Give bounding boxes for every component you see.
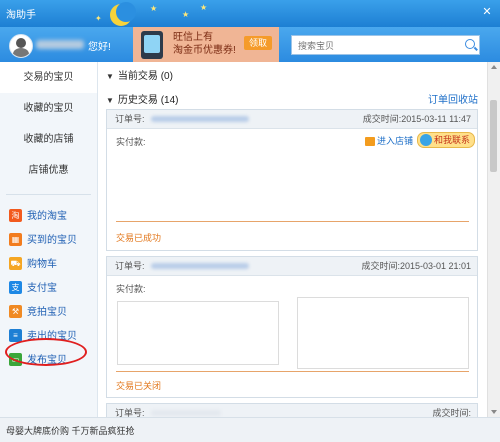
order-recycle-bin-link[interactable]: 订单回收站 <box>428 91 478 106</box>
order-card: 订单号: 成交时间:2015-03-01 21:01 实付款: 交易已关闭 <box>106 256 478 398</box>
alipay-icon: 支 <box>9 280 22 294</box>
order-card-header: 订单号: 成交时间:2015-03-11 11:47 <box>107 110 477 129</box>
bought-items-icon: ▦ <box>9 232 22 246</box>
scrollbar-thumb[interactable] <box>490 100 497 172</box>
expand-triangle-icon: ▼ <box>106 96 114 105</box>
sidebar-link-alipay[interactable]: 支支付宝 <box>0 277 97 301</box>
order-time: 成交时间:2015-03-01 21:01 <box>361 261 471 271</box>
search-box[interactable] <box>291 35 480 55</box>
expand-triangle-icon: ▼ <box>106 72 114 81</box>
contact-seller-button[interactable]: 和我联系 <box>417 132 476 148</box>
bottom-promo-link[interactable]: 母婴大牌底价购 千万新品疯狂抢 <box>6 424 135 437</box>
promo-line-2: 淘金币优惠券! <box>173 45 236 56</box>
paid-amount-label: 实付款: <box>116 137 146 147</box>
order-status[interactable]: 交易已成功 <box>116 231 161 244</box>
store-icon <box>365 137 375 147</box>
sidebar-link-my-taobao[interactable]: 淘我的淘宝 <box>0 205 97 229</box>
search-input[interactable] <box>296 37 460 54</box>
order-status[interactable]: 交易已关闭 <box>116 379 161 392</box>
order-number-blurred <box>151 263 249 269</box>
cart-icon: ⛟ <box>9 256 22 270</box>
enter-shop-link[interactable]: 进入店铺 <box>365 134 413 147</box>
phone-icon <box>141 31 163 59</box>
sidebar-link-cart[interactable]: ⛟ 购物车 <box>0 253 97 277</box>
orders-panel: ▼ 当前交易 (0) ▼ 历史交易 (14) 订单回收站 订单号: 成交时间:201… <box>98 62 500 425</box>
promo-line-1: 旺信上有 <box>173 32 213 43</box>
moon-decoration <box>110 2 136 26</box>
star-decoration: ★ <box>150 4 158 13</box>
sidebar-item-favorite-items[interactable]: 收藏的宝贝 <box>0 93 97 124</box>
sidebar-link-auction[interactable]: ⚒ 竞拍宝贝 <box>0 301 97 325</box>
paid-amount-label: 实付款: <box>116 284 146 294</box>
item-details-box <box>297 297 469 369</box>
search-icon[interactable] <box>465 39 475 49</box>
sidebar-item-shop-discounts[interactable]: 店铺优惠 <box>0 155 97 186</box>
sidebar-link-bought-items[interactable]: ▦ 买到的宝贝 <box>0 229 97 253</box>
greeting-text: 您好! <box>88 42 111 53</box>
app-title: 淘助手 <box>6 10 36 21</box>
status-bar: 母婴大牌底价购 千万新品疯狂抢 <box>0 417 500 442</box>
star-decoration: ★ <box>182 10 190 19</box>
star-decoration: ✦ <box>95 14 102 23</box>
red-highlight-oval <box>5 338 87 366</box>
card-divider <box>116 221 469 222</box>
vertical-scrollbar[interactable] <box>487 62 500 417</box>
current-orders-header[interactable]: ▼ 当前交易 (0) <box>106 67 173 82</box>
card-divider <box>116 371 469 372</box>
item-thumbnail[interactable] <box>117 301 279 365</box>
promo-banner[interactable]: 旺信上有 淘金币优惠券! 领取 <box>133 27 279 62</box>
avatar[interactable] <box>9 34 33 58</box>
order-card: 订单号: 成交时间:2015-03-11 11:47 实付款: 进入店铺 和我联… <box>106 109 478 251</box>
claim-button[interactable]: 领取 <box>244 36 272 50</box>
sidebar-item-favorite-shops[interactable]: 收藏的店铺 <box>0 124 97 155</box>
order-card-header: 订单号: 成交时间:2015-03-01 21:01 <box>107 257 477 276</box>
order-time: 成交时间:2015-03-11 11:47 <box>362 114 471 124</box>
order-number-blurred <box>151 116 249 122</box>
sidebar-divider <box>6 194 91 195</box>
order-number-blurred <box>151 410 221 416</box>
sidebar-item-traded-items[interactable]: 交易的宝贝 <box>0 62 97 93</box>
star-decoration: ★ <box>200 3 208 12</box>
user-header: 您好! 旺信上有 淘金币优惠券! 领取 <box>0 27 500 62</box>
history-orders-header[interactable]: ▼ 历史交易 (14) <box>106 91 179 106</box>
title-bar: 淘助手 ★ ★ ★ ✦ ✕ <box>0 0 500 27</box>
close-window-icon[interactable]: ✕ <box>479 4 495 20</box>
wangwang-icon <box>420 134 432 146</box>
username-blurred <box>36 40 84 49</box>
auction-hammer-icon: ⚒ <box>9 304 22 318</box>
scroll-up-icon[interactable] <box>491 65 497 69</box>
taobao-icon: 淘 <box>9 208 22 222</box>
scroll-down-icon[interactable] <box>491 410 497 414</box>
